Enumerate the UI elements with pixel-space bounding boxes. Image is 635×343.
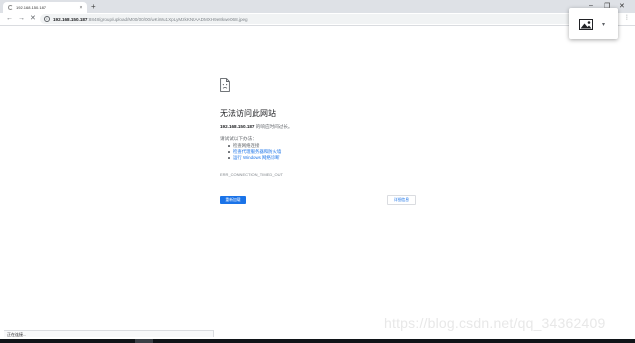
tab-strip: 192.168.150.187 × + – ❐ ✕	[0, 0, 635, 13]
back-arrow-icon[interactable]: ←	[6, 14, 13, 24]
address-url[interactable]: 192.168.150.187:8848/group/upload/M00/00…	[53, 17, 248, 22]
window-close-icon[interactable]: ✕	[619, 2, 625, 10]
error-message: 192.168.150.187 的响应时间过长。	[220, 124, 293, 130]
error-host: 192.168.150.187	[220, 124, 255, 129]
suggestions-heading: 请试试以下办法：	[220, 136, 257, 141]
browser-tab[interactable]: 192.168.150.187 ×	[3, 2, 87, 13]
site-info-icon[interactable]: i	[44, 16, 50, 22]
sad-page-icon	[220, 78, 230, 92]
image-icon	[579, 19, 593, 30]
reload-button[interactable]: 重新加载	[220, 196, 246, 204]
url-host: 192.168.150.187	[53, 16, 88, 22]
loading-spinner-icon	[8, 5, 13, 10]
image-popup[interactable]: ▾	[569, 8, 618, 39]
error-title: 无法访问此网站	[220, 109, 276, 118]
suggestion-network-diagnostics-link[interactable]: 运行 Windows 网络诊断	[228, 155, 281, 161]
address-bar[interactable]: i 192.168.150.187:8848/group/upload/M00/…	[40, 14, 590, 24]
stop-loading-icon[interactable]: ✕	[30, 14, 36, 24]
tab-close-icon[interactable]: ×	[78, 5, 84, 11]
status-bubble: 正在连接...	[4, 330, 214, 337]
suggestions-list: 检查网络连接 检查代理服务器和防火墙 运行 Windows 网络诊断	[228, 143, 281, 161]
chevron-down-icon[interactable]: ▾	[602, 21, 605, 28]
more-menu-icon[interactable]: ⋮	[624, 14, 630, 21]
tab-title: 192.168.150.187	[16, 5, 47, 10]
details-button[interactable]: 详细信息	[387, 195, 416, 205]
forward-arrow-icon[interactable]: →	[18, 14, 25, 24]
browser-toolbar: ← → ✕ i 192.168.150.187:8848/group/uploa…	[0, 13, 635, 26]
taskbar-button[interactable]	[135, 339, 153, 343]
watermark: https://blog.csdn.net/qq_34362409	[384, 315, 606, 331]
error-host-suffix: 的响应时间过长。	[254, 124, 293, 129]
taskbar	[0, 339, 635, 343]
url-path: :8848/group/upload/M00/00/00/wKiWu1XpLyM…	[87, 16, 248, 22]
new-tab-icon[interactable]: +	[91, 3, 96, 11]
error-code: ERR_CONNECTION_TIMED_OUT	[220, 172, 283, 177]
